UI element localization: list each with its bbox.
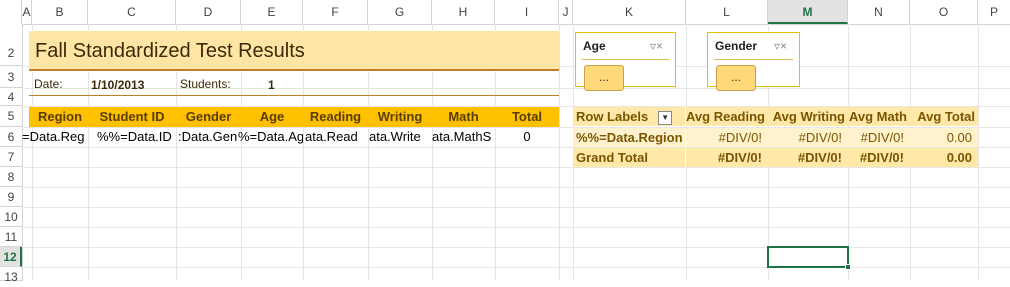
header-reading[interactable]: Reading — [303, 107, 368, 127]
slicer-divider — [714, 59, 793, 60]
row-header-8[interactable]: 8 — [0, 167, 22, 187]
cell-writing[interactable]: ata.Write — [369, 128, 432, 146]
report-title[interactable]: Fall Standardized Test Results — [29, 31, 559, 71]
row-header-6[interactable]: 6 — [0, 127, 22, 147]
clear-filter-icon[interactable]: ▿× — [774, 39, 787, 53]
column-header-c[interactable]: C — [88, 0, 176, 24]
column-header-k[interactable]: K — [573, 0, 686, 24]
slicer-item-button[interactable]: ... — [716, 65, 756, 91]
select-all-corner[interactable] — [0, 0, 22, 24]
row-header-10[interactable]: 10 — [0, 207, 22, 227]
gridline — [22, 167, 1010, 168]
gridline — [559, 24, 560, 281]
column-header-l[interactable]: L — [686, 0, 768, 24]
row-header-4[interactable]: 4 — [0, 88, 22, 106]
column-header-n[interactable]: N — [848, 0, 910, 24]
header-student-id[interactable]: Student ID — [88, 107, 176, 127]
cell-student-id[interactable]: %%=Data.ID — [97, 128, 176, 146]
gridline — [22, 247, 1010, 248]
pivot-grand-total-cell[interactable]: #DIV/0! — [768, 148, 848, 167]
header-total[interactable]: Total — [495, 107, 559, 127]
column-header-bar: A B C D E F G H I J K L M N O P — [0, 0, 1010, 25]
fill-handle[interactable] — [845, 264, 851, 270]
pivot-grand-total-cell[interactable]: #DIV/0! — [848, 148, 910, 167]
cell-region[interactable]: =Data.Reg — [22, 128, 88, 146]
pivot-grand-total-label[interactable]: Grand Total — [573, 148, 685, 167]
column-header-f[interactable]: F — [303, 0, 368, 24]
row-header-13[interactable]: 13 — [0, 267, 22, 284]
slicer-title-gender: Gender — [715, 39, 758, 53]
column-header-p[interactable]: P — [978, 0, 1010, 24]
column-header-m[interactable]: M — [768, 0, 848, 24]
gender-slicer[interactable]: Gender ▿× ... — [707, 32, 800, 91]
students-label: Students: — [180, 77, 231, 91]
row-header-5[interactable]: 5 — [0, 106, 22, 127]
clear-filter-icon[interactable]: ▿× — [650, 39, 663, 53]
gridline — [22, 267, 1010, 268]
row-header-3[interactable]: 3 — [0, 66, 22, 88]
header-region[interactable]: Region — [32, 107, 88, 127]
pivot-header-row-labels[interactable]: Row Labels ▼ — [573, 107, 685, 126]
row-header-7[interactable]: 7 — [0, 147, 22, 167]
row-header-9[interactable]: 9 — [0, 187, 22, 207]
column-header-b[interactable]: B — [32, 0, 88, 24]
pivot-cell[interactable]: #DIV/0! — [768, 128, 848, 147]
info-underline — [29, 95, 559, 96]
pivot-cell[interactable]: 0.00 — [910, 128, 978, 147]
slicer-divider — [582, 59, 669, 60]
students-value[interactable]: 1 — [268, 78, 275, 92]
cell-gender[interactable]: :Data.Gen — [178, 128, 241, 146]
pivot-header-avg-reading[interactable]: Avg Reading — [686, 107, 768, 126]
pivot-header-avg-total[interactable]: Avg Total — [910, 107, 978, 126]
row-header-12[interactable]: 12 — [0, 247, 22, 267]
age-slicer[interactable]: Age ▿× ... — [575, 32, 676, 91]
pivot-grand-total-cell[interactable]: 0.00 — [910, 148, 978, 167]
gridline — [22, 207, 1010, 208]
row-header-2[interactable]: 2 — [0, 24, 22, 66]
column-header-h[interactable]: H — [432, 0, 495, 24]
cell-total[interactable]: 0 — [495, 128, 559, 146]
gridline — [22, 88, 1010, 89]
gridline — [978, 24, 979, 281]
active-cell-selection[interactable] — [767, 246, 849, 268]
cell-math[interactable]: ata.MathS — [432, 128, 495, 146]
column-header-j[interactable]: J — [559, 0, 573, 24]
pivot-cell[interactable]: #DIV/0! — [848, 128, 910, 147]
gridline — [22, 227, 1010, 228]
pivot-cell[interactable]: #DIV/0! — [686, 128, 768, 147]
pivot-header-avg-writing[interactable]: Avg Writing — [768, 107, 848, 126]
cell-reading[interactable]: ata.Read — [305, 128, 368, 146]
column-header-e[interactable]: E — [241, 0, 303, 24]
date-value[interactable]: 1/10/2013 — [91, 78, 144, 92]
pivot-row-label[interactable]: %%=Data.Region — [573, 128, 685, 147]
cell-age[interactable]: %=Data.Ag — [238, 128, 303, 146]
dropdown-arrow-icon[interactable]: ▼ — [658, 110, 673, 125]
column-header-o[interactable]: O — [910, 0, 978, 24]
row-header-11[interactable]: 11 — [0, 227, 22, 247]
slicer-item-button[interactable]: ... — [584, 65, 624, 91]
gridline — [22, 187, 1010, 188]
slicer-title-age: Age — [583, 39, 606, 53]
column-header-g[interactable]: G — [368, 0, 432, 24]
date-label: Date: — [34, 77, 63, 91]
column-header-i[interactable]: I — [495, 0, 559, 24]
row-header-bar: 2 3 4 5 6 7 8 9 10 11 12 13 — [0, 24, 23, 284]
header-age[interactable]: Age — [241, 107, 303, 127]
column-header-d[interactable]: D — [176, 0, 241, 24]
pivot-grand-total-cell[interactable]: #DIV/0! — [686, 148, 768, 167]
pivot-row-labels-text: Row Labels — [576, 109, 649, 124]
column-header-a[interactable]: A — [22, 0, 32, 24]
pivot-header-avg-math[interactable]: Avg Math — [848, 107, 910, 126]
header-gender[interactable]: Gender — [176, 107, 241, 127]
header-math[interactable]: Math — [432, 107, 495, 127]
header-writing[interactable]: Writing — [368, 107, 432, 127]
